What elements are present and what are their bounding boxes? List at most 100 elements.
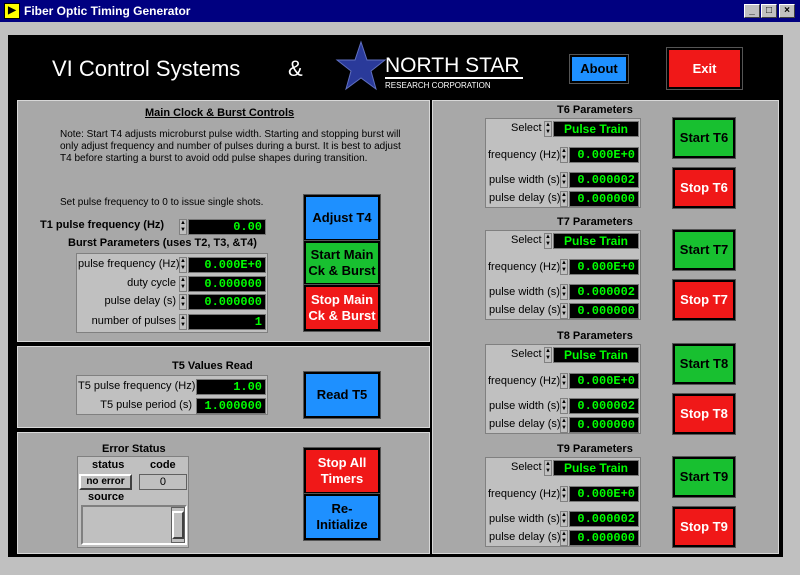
t5-frequency-field: 1.00 [196, 379, 266, 395]
t7-pulse-delay-spinner[interactable]: ▲ ▼ [560, 303, 568, 319]
number-of-pulses-spinner[interactable]: ▲ ▼ [179, 314, 187, 330]
t7-frequency-spinner[interactable]: ▲ ▼ [560, 259, 568, 275]
t9-pulse-delay-label: pulse delay (s) [489, 531, 561, 543]
t8-frequency-spinner[interactable]: ▲ ▼ [560, 373, 568, 389]
t1-frequency-field[interactable]: 0.00 [188, 219, 266, 235]
t7-frequency-field[interactable]: 0.000E+0 [569, 259, 639, 275]
minimize-button[interactable]: _ [744, 4, 760, 18]
t6-select-label: Select [511, 122, 542, 134]
t8-pulse-width-field[interactable]: 0.000002 [569, 398, 639, 414]
read-t5-button[interactable]: Read T5 [303, 371, 381, 419]
t9-pulse-width-field[interactable]: 0.000002 [569, 511, 639, 527]
t9-start-button[interactable]: Start T9 [672, 456, 736, 498]
t7-pulse-delay-label: pulse delay (s) [489, 304, 561, 316]
t5-title: T5 Values Read [172, 360, 253, 372]
ampersand: & [288, 56, 303, 81]
t7-pulse-width-spinner[interactable]: ▲ ▼ [560, 284, 568, 300]
pulse-delay-field[interactable]: 0.000000 [188, 294, 266, 310]
t8-pulse-delay-label: pulse delay (s) [489, 418, 561, 430]
main-clock-note: Note: Start T4 adjusts microburst pulse … [60, 129, 401, 164]
code-label: code [150, 459, 176, 471]
t1-frequency-spinner[interactable]: ▲ ▼ [179, 219, 187, 235]
t6-frequency-field[interactable]: 0.000E+0 [569, 147, 639, 163]
pulse-delay-spinner[interactable]: ▲ ▼ [179, 294, 187, 310]
app-icon: ▶ [4, 3, 20, 19]
close-button[interactable]: × [779, 4, 795, 18]
reinitialize-button[interactable]: Re-Initialize [303, 493, 381, 541]
t9-frequency-spinner[interactable]: ▲ ▼ [560, 486, 568, 502]
pulse-frequency-spinner[interactable]: ▲ ▼ [179, 257, 187, 273]
t5-period-field: 1.000000 [196, 398, 266, 414]
source-scroll-thumb[interactable] [172, 511, 184, 539]
t8-select-ring[interactable]: Pulse Train [553, 347, 639, 363]
t8-pulse-delay-field[interactable]: 0.000000 [569, 417, 639, 433]
t7-start-button[interactable]: Start T7 [672, 229, 736, 271]
header-banner: VI Control Systems & NORTH STAR RESEARCH… [13, 38, 780, 96]
logo-main-text: NORTH STAR [385, 54, 520, 77]
pulse-frequency-field[interactable]: 0.000E+0 [188, 257, 266, 273]
t5-period-label: T5 pulse period (s) [100, 399, 192, 411]
number-of-pulses-label: number of pulses [91, 315, 176, 327]
exit-button[interactable]: Exit [666, 47, 743, 90]
t6-pulse-width-field[interactable]: 0.000002 [569, 172, 639, 188]
code-field: 0 [139, 474, 187, 490]
t9-frequency-field[interactable]: 0.000E+0 [569, 486, 639, 502]
t9-title: T9 Parameters [557, 443, 633, 455]
t7-select-label: Select [511, 234, 542, 246]
adjust-t4-button[interactable]: Adjust T4 [303, 194, 381, 242]
t9-select-ring[interactable]: Pulse Train [553, 460, 639, 476]
t7-pulse-delay-field[interactable]: 0.000000 [569, 303, 639, 319]
t7-stop-button[interactable]: Stop T7 [672, 279, 736, 321]
t7-frequency-label: frequency (Hz) [488, 261, 561, 273]
t6-select-spinner[interactable]: ▲ ▼ [544, 121, 552, 137]
duty-cycle-field[interactable]: 0.000000 [188, 276, 266, 292]
t8-pulse-width-spinner[interactable]: ▲ ▼ [560, 398, 568, 414]
t8-pulse-width-label: pulse width (s) [489, 400, 560, 412]
t9-pulse-width-spinner[interactable]: ▲ ▼ [560, 511, 568, 527]
t8-start-button[interactable]: Start T8 [672, 343, 736, 385]
t6-pulse-width-spinner[interactable]: ▲ ▼ [560, 172, 568, 188]
logo-sub-text: RESEARCH CORPORATION [385, 81, 491, 90]
t5-frequency-label: T5 pulse frequency (Hz) [78, 380, 196, 392]
t9-pulse-delay-field[interactable]: 0.000000 [569, 530, 639, 546]
t8-frequency-field[interactable]: 0.000E+0 [569, 373, 639, 389]
pulse-delay-label: pulse delay (s) [104, 295, 176, 307]
t6-pulse-delay-field[interactable]: 0.000000 [569, 191, 639, 207]
number-of-pulses-field[interactable]: 1 [188, 314, 266, 330]
error-status-title: Error Status [102, 443, 166, 455]
t6-stop-button[interactable]: Stop T6 [672, 167, 736, 209]
maximize-button[interactable]: □ [761, 4, 777, 18]
t6-start-button[interactable]: Start T6 [672, 117, 736, 159]
t8-stop-button[interactable]: Stop T8 [672, 393, 736, 435]
t7-select-spinner[interactable]: ▲ ▼ [544, 233, 552, 249]
t7-select-ring[interactable]: Pulse Train [553, 233, 639, 249]
t8-select-spinner[interactable]: ▲ ▼ [544, 347, 552, 363]
t7-pulse-width-label: pulse width (s) [489, 286, 560, 298]
t7-pulse-width-field[interactable]: 0.000002 [569, 284, 639, 300]
status-label: status [92, 459, 125, 471]
status-indicator: no error [79, 474, 132, 490]
start-main-clock-button[interactable]: Start Main Ck & Burst [303, 240, 381, 286]
t6-frequency-label: frequency (Hz) [488, 149, 561, 161]
stop-all-timers-button[interactable]: Stop All Timers [303, 447, 381, 495]
t9-stop-button[interactable]: Stop T9 [672, 506, 736, 548]
t6-select-ring[interactable]: Pulse Train [553, 121, 639, 137]
burst-params-title: Burst Parameters (uses T2, T3, &T4) [68, 237, 257, 249]
duty-cycle-label: duty cycle [127, 277, 176, 289]
t1-frequency-label: T1 pulse frequency (Hz) [40, 219, 165, 231]
t8-pulse-delay-spinner[interactable]: ▲ ▼ [560, 417, 568, 433]
title-bar[interactable]: ▶ Fiber Optic Timing Generator _ □ × [0, 0, 800, 22]
t8-title: T8 Parameters [557, 330, 633, 342]
single-shot-note: Set pulse frequency to 0 to issue single… [60, 197, 264, 208]
stop-main-clock-button[interactable]: Stop Main Ck & Burst [303, 284, 381, 332]
t8-select-label: Select [511, 348, 542, 360]
logo-divider [385, 77, 523, 79]
t6-frequency-spinner[interactable]: ▲ ▼ [560, 147, 568, 163]
t9-pulse-delay-spinner[interactable]: ▲ ▼ [560, 530, 568, 546]
t6-pulse-delay-spinner[interactable]: ▲ ▼ [560, 191, 568, 207]
duty-cycle-spinner[interactable]: ▲ ▼ [179, 276, 187, 292]
company-name: VI Control Systems [52, 56, 241, 81]
t9-select-spinner[interactable]: ▲ ▼ [544, 460, 552, 476]
t6-title: T6 Parameters [557, 104, 633, 116]
about-button[interactable]: About [569, 54, 629, 84]
